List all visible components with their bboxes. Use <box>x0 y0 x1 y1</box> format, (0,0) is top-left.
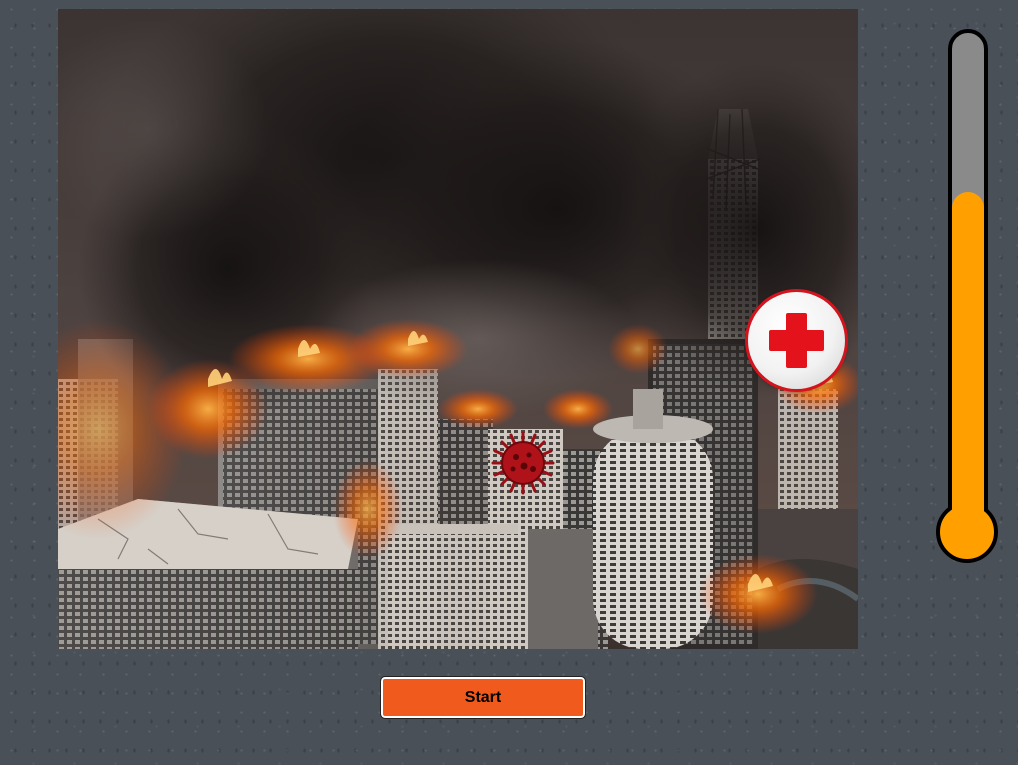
thermometer-fill <box>952 192 984 543</box>
temperature-meter <box>936 29 1000 565</box>
medkit-icon[interactable] <box>748 292 845 389</box>
thermometer-neck <box>952 495 984 521</box>
thermometer-tube <box>948 29 988 547</box>
virus-icon[interactable] <box>491 431 555 495</box>
game-scene[interactable] <box>58 9 858 649</box>
start-button[interactable]: Start <box>380 676 586 719</box>
burning-city-background <box>58 9 858 649</box>
medkit-cross-horizontal <box>769 330 824 351</box>
